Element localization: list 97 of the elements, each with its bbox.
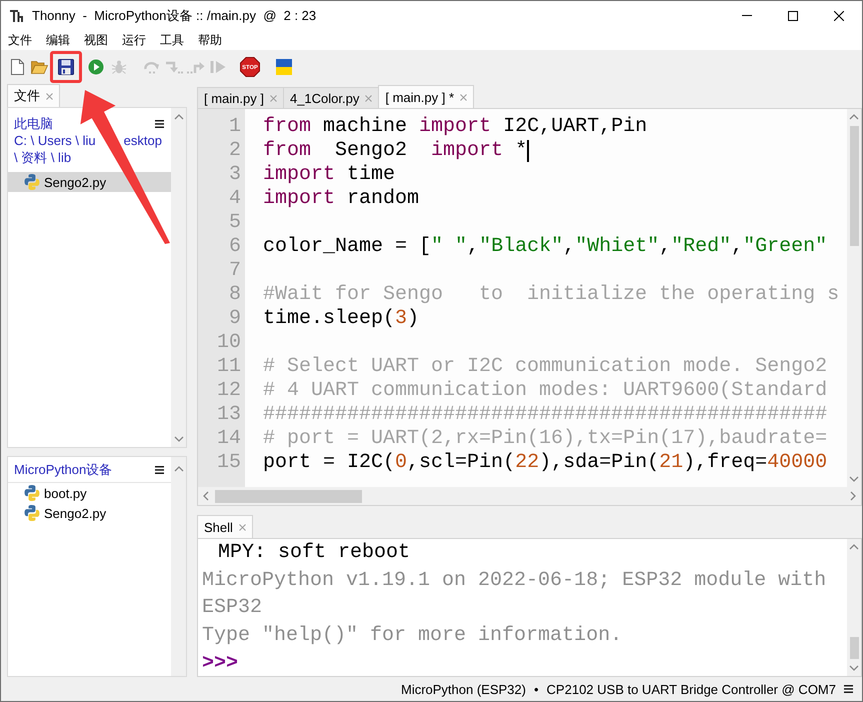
- menu-item[interactable]: 文件: [1, 30, 39, 50]
- panel-tab[interactable]: Shell: [197, 515, 253, 538]
- flag-icon: [276, 59, 292, 75]
- new-file-icon: [10, 59, 24, 75]
- line-number: 5: [228, 211, 241, 234]
- close-icon[interactable]: [238, 524, 246, 530]
- window-title: Thonny - MicroPython设备 :: /main.py @ 2 : 23: [32, 6, 316, 24]
- line-number: 7: [228, 259, 241, 282]
- minimize-icon: [742, 15, 752, 16]
- location-link[interactable]: 此电脑: [14, 114, 53, 132]
- scrollbar-thumb[interactable]: [215, 490, 362, 502]
- vertical-scrollbar[interactable]: [171, 108, 186, 447]
- line-number: 2: [228, 139, 241, 162]
- scrollbar-thumb[interactable]: [850, 637, 858, 659]
- play-icon: [88, 59, 104, 75]
- menu-icon[interactable]: [844, 685, 853, 693]
- shell-prompt: >>>: [202, 651, 240, 676]
- line-number: 10: [216, 331, 241, 354]
- code-line: # 4 UART communication modes: UART9600(Standard: [263, 379, 828, 403]
- editor-tab[interactable]: [ main.py ] *: [378, 85, 474, 108]
- vertical-scrollbar[interactable]: [847, 539, 861, 676]
- vertical-scrollbar[interactable]: [171, 457, 186, 676]
- panel-tab[interactable]: 文件: [7, 84, 60, 107]
- separator-dot: •: [534, 682, 539, 696]
- menu-item[interactable]: 视图: [77, 30, 115, 50]
- path-link[interactable]: C: \ Users \ liu: [14, 133, 96, 148]
- close-icon[interactable]: [460, 94, 467, 100]
- close-icon[interactable]: [365, 94, 372, 102]
- save-icon: [58, 59, 74, 75]
- bug-icon: [111, 59, 127, 75]
- maximize-icon: [788, 10, 798, 20]
- line-number: 8: [228, 283, 241, 306]
- interpreter-label[interactable]: MicroPython (ESP32): [400, 682, 526, 696]
- port-label[interactable]: CP2102 USB to UART Bridge Controller @ COM7: [546, 682, 836, 696]
- scroll-right-icon[interactable]: [849, 491, 857, 501]
- path-link[interactable]: esktop: [124, 133, 162, 148]
- scroll-left-icon[interactable]: [202, 491, 210, 501]
- python-icon: [24, 485, 40, 501]
- location-link[interactable]: MicroPython设备: [14, 460, 112, 478]
- python-icon: [24, 505, 40, 521]
- menu-icon[interactable]: [155, 466, 164, 474]
- scroll-down-icon[interactable]: [174, 434, 184, 442]
- editor-tab[interactable]: 4_1Color.py: [282, 87, 380, 108]
- right-arrow-icon: [187, 60, 205, 74]
- code-line: import random: [263, 187, 420, 211]
- code-line: ###############################################: [263, 403, 828, 427]
- shell-output: Type "help()" for more information.: [202, 623, 624, 649]
- code-line: time.sleep(3): [263, 307, 420, 331]
- scroll-up-icon[interactable]: [849, 113, 859, 121]
- folder-icon: [30, 60, 48, 74]
- scroll-up-icon[interactable]: [174, 465, 184, 473]
- path-link[interactable]: \ 资料 \ lib: [14, 148, 72, 166]
- menu-item[interactable]: 编辑: [39, 30, 77, 50]
- resume-icon: [210, 60, 226, 74]
- code-line: color_Name = [" ","Black","Whiet","Red","Green": [263, 235, 828, 259]
- line-number: 15: [216, 451, 241, 474]
- editor-tab[interactable]: [ main.py ]: [197, 87, 284, 108]
- horizontal-scrollbar[interactable]: [198, 487, 861, 505]
- menu-item[interactable]: 帮助: [191, 30, 229, 50]
- code-line: from Sengo2 import *: [263, 139, 528, 163]
- save-button[interactable]: [50, 51, 82, 83]
- line-number: 6: [228, 235, 241, 258]
- menu-item[interactable]: 运行: [115, 30, 153, 50]
- line-number: 3: [228, 163, 241, 186]
- line-number: 12: [216, 379, 241, 402]
- line-number: 9: [228, 307, 241, 330]
- scrollbar-thumb[interactable]: [850, 126, 858, 246]
- shell-output: MPY: soft reboot: [217, 540, 412, 566]
- down-arrow-icon: [165, 60, 183, 74]
- close-icon: [834, 10, 844, 20]
- file-item[interactable]: boot.py: [8, 483, 171, 503]
- scroll-down-icon[interactable]: [849, 475, 859, 483]
- curved-arrow-icon: [143, 60, 161, 74]
- code-line: # port = UART(2,rx=Pin(16),tx=Pin(17),baudrate=: [263, 427, 828, 451]
- line-number: 13: [216, 403, 241, 426]
- file-item[interactable]: Sengo2.py: [8, 503, 171, 523]
- code-line: import time: [263, 163, 396, 187]
- close-icon[interactable]: [270, 94, 277, 102]
- code-line: #Wait for Sengo to initialize the operating s: [263, 283, 840, 307]
- vertical-scrollbar[interactable]: [847, 109, 861, 487]
- close-icon[interactable]: [46, 92, 53, 100]
- line-number: 11: [216, 355, 241, 378]
- python-icon: [24, 174, 40, 190]
- scroll-down-icon[interactable]: [849, 664, 859, 672]
- menu-item[interactable]: 工具: [153, 30, 191, 50]
- code-line: port = I2C(0,scl=Pin(22),sda=Pin(21),freq=40000: [263, 451, 828, 475]
- app-logo-icon: [10, 8, 24, 22]
- line-number: 14: [216, 427, 241, 450]
- file-item[interactable]: Sengo2.py: [8, 172, 171, 192]
- code-line: from machine import I2C,UART,Pin: [263, 115, 648, 139]
- shell-output: MicroPython v1.19.1 on 2022-06-18; ESP32 module with ESP32: [202, 568, 828, 621]
- scroll-up-icon[interactable]: [174, 112, 184, 120]
- scroll-up-icon[interactable]: [849, 543, 859, 551]
- code-line: # Select UART or I2C communication mode. Sengo2: [263, 355, 828, 379]
- menu-icon[interactable]: [155, 120, 164, 128]
- line-number: 4: [228, 187, 241, 210]
- line-number: 1: [228, 115, 241, 138]
